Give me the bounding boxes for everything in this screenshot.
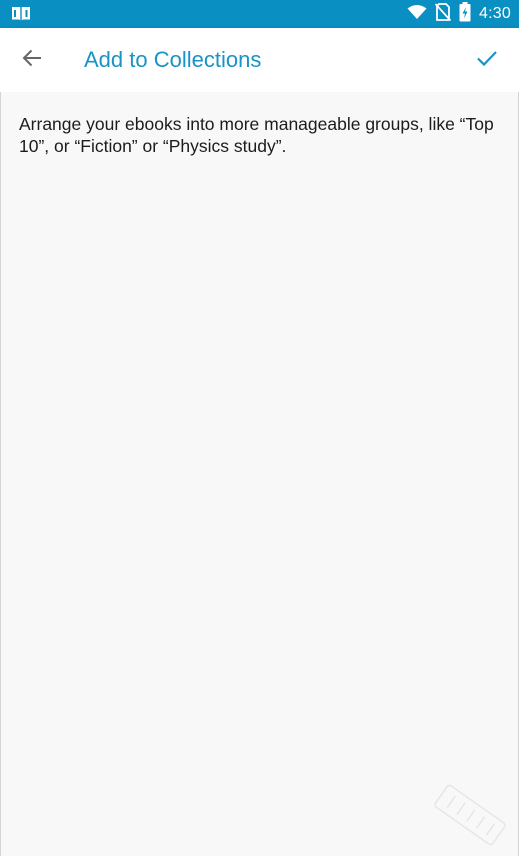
page-title: Add to Collections: [84, 47, 262, 72]
battery-charging-icon: [459, 1, 471, 27]
no-sim-icon: [434, 2, 452, 26]
back-button[interactable]: [12, 40, 52, 80]
confirm-button[interactable]: [467, 40, 507, 80]
wifi-icon: [407, 4, 427, 25]
watermark-logo: [425, 780, 515, 850]
checkmark-icon: [475, 46, 499, 75]
collections-description: Arrange your ebooks into more manageable…: [19, 114, 494, 156]
arrow-left-icon: [21, 47, 43, 74]
status-bar: 4:30: [0, 0, 519, 28]
app-bar: Add to Collections: [0, 28, 519, 92]
book-app-icon: [11, 6, 31, 22]
content-area: Arrange your ebooks into more manageable…: [0, 92, 519, 856]
status-indicators: 4:30: [407, 0, 511, 28]
status-time: 4:30: [479, 5, 511, 22]
